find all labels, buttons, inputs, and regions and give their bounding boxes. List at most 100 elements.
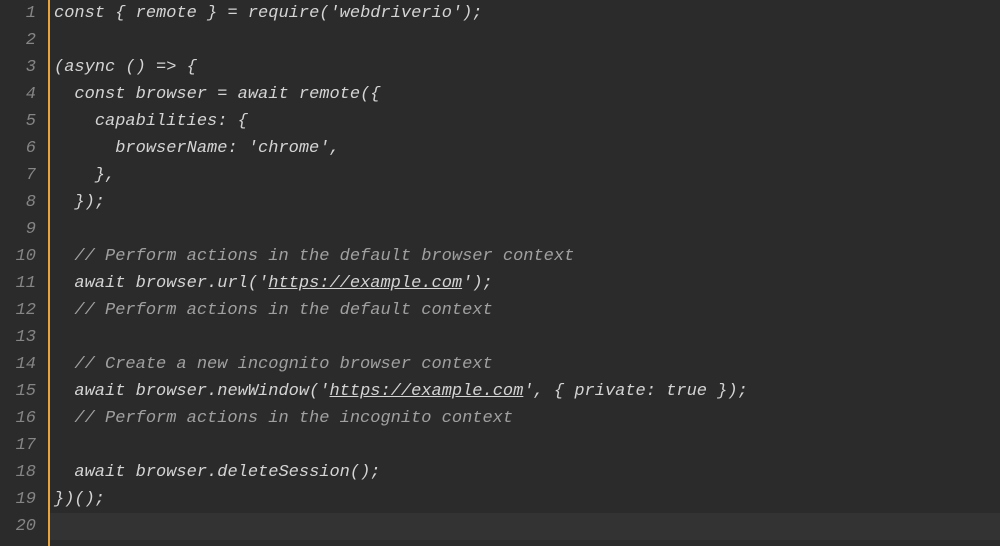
code-line[interactable]: // Perform actions in the default contex… — [50, 297, 1000, 324]
token-keyword: const — [74, 85, 125, 104]
token-punct: () => { — [115, 58, 197, 77]
token-comment: // Perform actions in the default browse… — [74, 247, 574, 266]
token-ident: browser — [136, 85, 207, 104]
token-punct: : — [227, 139, 247, 158]
token-punct: . — [207, 463, 217, 482]
code-line[interactable]: await browser.newWindow('https://example… — [50, 378, 1000, 405]
token-func: newWindow — [217, 382, 309, 401]
code-line[interactable] — [50, 324, 1000, 351]
line-number: 3 — [8, 54, 36, 81]
token-punct — [54, 247, 74, 266]
code-line[interactable]: const { remote } = require('webdriverio'… — [50, 0, 1000, 27]
token-punct — [54, 85, 74, 104]
code-line[interactable] — [50, 513, 1000, 540]
token-punct: { — [105, 4, 136, 23]
code-line[interactable]: }); — [50, 189, 1000, 216]
line-number: 12 — [8, 297, 36, 324]
token-punct: : { — [217, 112, 248, 131]
token-string: https://example.com — [329, 382, 523, 401]
line-number: 14 — [8, 351, 36, 378]
token-punct — [54, 112, 95, 131]
token-punct: ); — [462, 4, 482, 23]
token-punct — [289, 85, 299, 104]
token-punct: }); — [54, 193, 105, 212]
code-line[interactable]: })(); — [50, 486, 1000, 513]
line-number: 2 — [8, 27, 36, 54]
line-number: 6 — [8, 135, 36, 162]
code-line[interactable]: await browser.deleteSession(); — [50, 459, 1000, 486]
token-punct: = — [207, 85, 238, 104]
token-keyword: await — [74, 274, 125, 293]
token-keyword: await — [74, 382, 125, 401]
token-punct — [125, 274, 135, 293]
token-string: 'chrome' — [248, 139, 330, 158]
token-punct — [125, 85, 135, 104]
token-punct: ( — [54, 58, 64, 77]
token-punct — [125, 382, 135, 401]
token-punct: ( — [319, 4, 329, 23]
code-line[interactable] — [50, 216, 1000, 243]
token-func: require — [248, 4, 319, 23]
token-punct: (); — [350, 463, 381, 482]
token-punct: . — [207, 382, 217, 401]
token-punct: ); — [472, 274, 492, 293]
token-string: ' — [319, 382, 329, 401]
line-number: 20 — [8, 513, 36, 540]
token-func: deleteSession — [217, 463, 350, 482]
line-number: 17 — [8, 432, 36, 459]
token-string: https://example.com — [268, 274, 462, 293]
code-line[interactable]: browserName: 'chrome', — [50, 135, 1000, 162]
code-line[interactable]: }, — [50, 162, 1000, 189]
token-func: url — [217, 274, 248, 293]
token-punct: })(); — [54, 490, 105, 509]
line-number-gutter: 1234567891011121314151617181920 — [0, 0, 48, 546]
token-punct: }); — [707, 382, 748, 401]
token-punct — [54, 463, 74, 482]
token-prop: private — [574, 382, 645, 401]
code-line[interactable]: (async () => { — [50, 54, 1000, 81]
token-string: 'webdriverio' — [329, 4, 462, 23]
token-punct — [54, 139, 115, 158]
code-line[interactable] — [50, 27, 1000, 54]
token-punct: ( — [248, 274, 258, 293]
line-number: 9 — [8, 216, 36, 243]
token-keyword: await — [74, 463, 125, 482]
token-comment: // Perform actions in the incognito cont… — [74, 409, 513, 428]
line-number: 16 — [8, 405, 36, 432]
line-number: 15 — [8, 378, 36, 405]
token-keyword: async — [64, 58, 115, 77]
line-number: 10 — [8, 243, 36, 270]
token-punct: ( — [309, 382, 319, 401]
line-number: 11 — [8, 270, 36, 297]
token-punct: , — [329, 139, 339, 158]
token-punct: : — [646, 382, 666, 401]
line-number: 19 — [8, 486, 36, 513]
code-editor[interactable]: const { remote } = require('webdriverio'… — [48, 0, 1000, 546]
token-punct — [54, 301, 74, 320]
token-ident: browser — [136, 382, 207, 401]
code-line[interactable]: const browser = await remote({ — [50, 81, 1000, 108]
line-number: 18 — [8, 459, 36, 486]
line-number: 4 — [8, 81, 36, 108]
token-ident: browser — [136, 463, 207, 482]
token-punct: , { — [534, 382, 575, 401]
token-keyword: await — [238, 85, 289, 104]
token-punct — [125, 463, 135, 482]
code-line[interactable]: await browser.url('https://example.com')… — [50, 270, 1000, 297]
line-number: 5 — [8, 108, 36, 135]
line-number: 1 — [8, 0, 36, 27]
token-punct — [54, 382, 74, 401]
code-line[interactable]: // Perform actions in the default browse… — [50, 243, 1000, 270]
token-keyword: const — [54, 4, 105, 23]
token-prop: capabilities — [95, 112, 217, 131]
token-prop: browserName — [115, 139, 227, 158]
token-comment: // Perform actions in the default contex… — [74, 301, 492, 320]
line-number: 13 — [8, 324, 36, 351]
code-line[interactable]: // Perform actions in the incognito cont… — [50, 405, 1000, 432]
token-string: ' — [258, 274, 268, 293]
code-line[interactable]: // Create a new incognito browser contex… — [50, 351, 1000, 378]
line-number: 7 — [8, 162, 36, 189]
code-line[interactable] — [50, 432, 1000, 459]
token-punct — [54, 274, 74, 293]
code-line[interactable]: capabilities: { — [50, 108, 1000, 135]
